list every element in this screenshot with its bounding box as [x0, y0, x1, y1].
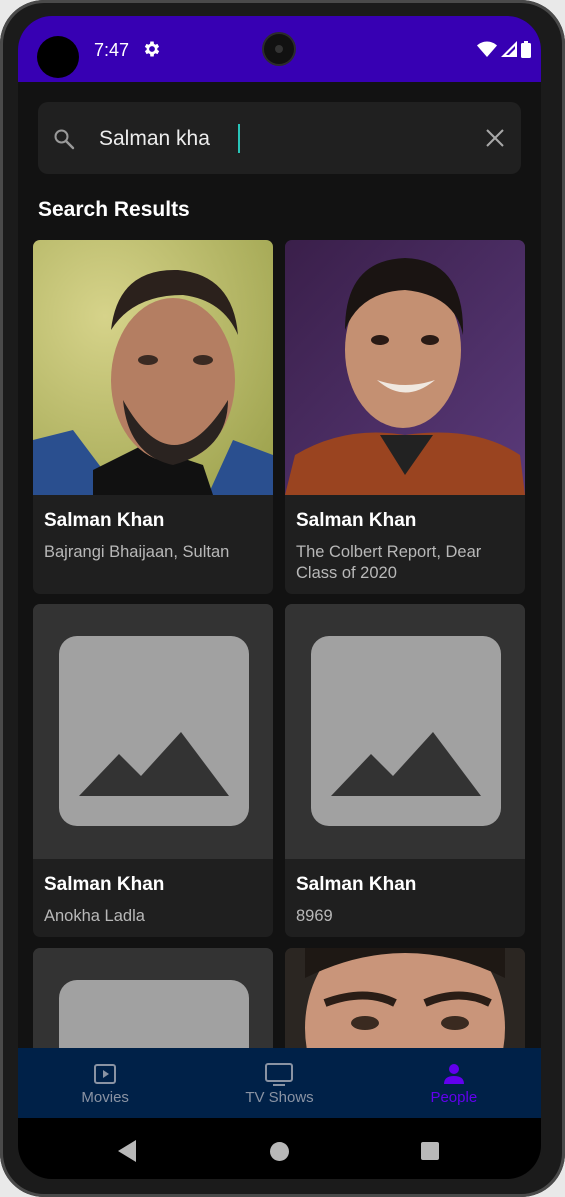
nav-label: People [430, 1089, 478, 1106]
nav-label: Movies [81, 1089, 129, 1106]
profile-photo [285, 240, 525, 495]
movie-icon [94, 1064, 117, 1084]
recents-icon[interactable] [421, 1142, 439, 1160]
text-cursor [238, 124, 240, 153]
search-input[interactable] [99, 124, 459, 154]
status-bar: 7:47 [18, 16, 541, 82]
result-card[interactable]: Salman Khan Anokha Ladla [33, 604, 273, 937]
person-name: Salman Khan [296, 510, 417, 531]
status-icons [477, 40, 531, 58]
person-name: Salman Khan [44, 874, 165, 895]
front-camera [264, 34, 294, 64]
tv-icon [265, 1063, 294, 1086]
battery-icon [521, 40, 531, 58]
known-for: The Colbert Report, Dear Class of 2020 [296, 543, 482, 582]
person-icon [443, 1064, 464, 1084]
search-bar[interactable] [38, 102, 521, 174]
status-time: 7:47 [94, 40, 130, 60]
search-icon [54, 129, 75, 150]
system-navigation [18, 1118, 541, 1179]
device-frame: 7:47 Salman kha Search Results Salman Kh… [0, 0, 565, 1197]
profile-photo [285, 948, 525, 1048]
result-card[interactable] [285, 948, 525, 1048]
home-icon[interactable] [270, 1142, 289, 1161]
signal-icon [501, 41, 517, 57]
gear-icon [144, 41, 160, 57]
known-for: 8969 [296, 907, 333, 925]
content-area: Search Results [18, 82, 541, 1048]
known-for: Bajrangi Bhaijaan, Sultan [44, 543, 230, 561]
person-name: Salman Khan [44, 510, 165, 531]
placeholder-image [33, 604, 273, 859]
nav-item-movies[interactable]: Movies [18, 1048, 192, 1118]
person-name: Salman Khan [296, 874, 417, 895]
result-card[interactable]: Salman Khan Bajrangi Bhaijaan, Sultan [33, 240, 273, 594]
nav-item-people[interactable]: People [367, 1048, 541, 1118]
placeholder-image [33, 948, 273, 1048]
result-card[interactable]: Salman Khan 8969 [285, 604, 525, 937]
screen: 7:47 Salman kha Search Results Salman Kh… [18, 16, 541, 1179]
profile-photo [33, 240, 273, 495]
placeholder-image [285, 604, 525, 859]
close-icon[interactable] [485, 128, 505, 148]
back-icon[interactable] [118, 1140, 136, 1162]
section-title: Search Results [38, 198, 190, 221]
camera-cutout [37, 36, 79, 78]
bottom-navigation: Movies TV Shows People [18, 1048, 541, 1118]
result-card[interactable]: Salman Khan The Colbert Report, Dear Cla… [285, 240, 525, 594]
known-for: Anokha Ladla [44, 907, 145, 925]
nav-item-tv-shows[interactable]: TV Shows [192, 1048, 366, 1118]
wifi-icon [477, 41, 497, 57]
result-card[interactable] [33, 948, 273, 1048]
nav-label: TV Shows [245, 1089, 314, 1106]
